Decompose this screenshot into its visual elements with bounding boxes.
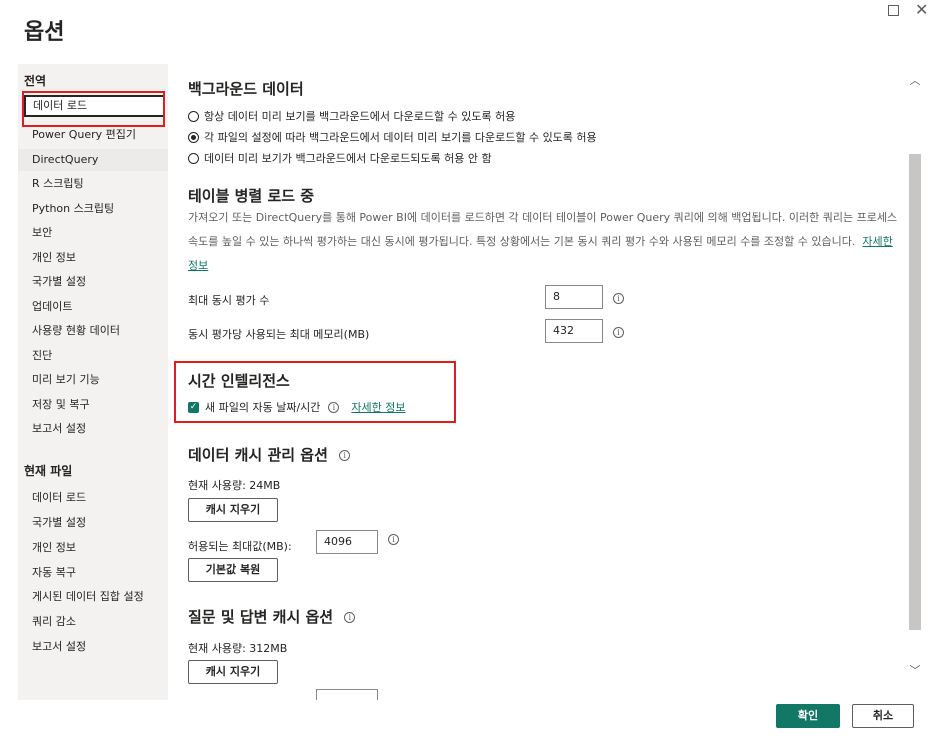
- sidebar-item-file-auto-recovery[interactable]: 자동 복구: [18, 562, 168, 584]
- data-cache-usage: 현재 사용량: 24MB: [188, 479, 281, 492]
- radio-label: 항상 데이터 미리 보기를 백그라운드에서 다운로드할 수 있도록 허용: [204, 110, 516, 123]
- clear-qa-cache-button[interactable]: 캐시 지우기: [188, 660, 278, 684]
- dialog-title: 옵션: [24, 20, 65, 45]
- section-title-parallel-load: 테이블 병렬 로드 중: [188, 187, 315, 205]
- auto-datetime-checkbox-row[interactable]: ✓ 새 파일의 자동 날짜/시간 i 자세한 정보: [188, 399, 406, 415]
- cancel-button[interactable]: 취소: [852, 704, 914, 728]
- radio-option-never[interactable]: 데이터 미리 보기가 백그라운드에서 다운로드되도록 허용 안 함: [188, 150, 492, 166]
- sidebar-item-preview-features[interactable]: 미리 보기 기능: [18, 369, 168, 391]
- sidebar-item-python-scripting[interactable]: Python 스크립팅: [18, 198, 168, 220]
- sidebar-item-security[interactable]: 보안: [18, 222, 168, 244]
- data-cache-title-text: 데이터 캐시 관리 옵션: [188, 446, 328, 464]
- radio-option-always[interactable]: 항상 데이터 미리 보기를 백그라운드에서 다운로드할 수 있도록 허용: [188, 108, 515, 124]
- clear-cache-button[interactable]: 캐시 지우기: [188, 498, 278, 522]
- section-title-data-cache: 데이터 캐시 관리 옵션 i: [188, 444, 351, 465]
- maximize-icon[interactable]: [888, 5, 899, 16]
- info-icon[interactable]: i: [613, 293, 624, 304]
- sidebar-item-diagnostics[interactable]: 진단: [18, 345, 168, 367]
- content-scrollbar[interactable]: ︿ ﹀: [908, 64, 922, 690]
- info-icon[interactable]: i: [388, 534, 399, 545]
- description-text: 가져오기 또는 DirectQuery를 통해 Power BI에 데이터를 로…: [188, 211, 898, 248]
- auto-datetime-label: 새 파일의 자동 날짜/시간: [205, 401, 321, 414]
- sidebar-item-file-report-settings[interactable]: 보고서 설정: [18, 636, 168, 658]
- restore-default-button[interactable]: 기본값 복원: [188, 558, 278, 582]
- radio-icon: [188, 152, 199, 164]
- sidebar-item-save-recover[interactable]: 저장 및 복구: [18, 394, 168, 416]
- sidebar-header-global: 전역: [24, 74, 47, 88]
- section-title-time-intelligence: 시간 인텔리전스: [188, 372, 290, 390]
- sidebar-item-updates[interactable]: 업데이트: [18, 296, 168, 318]
- sidebar-item-usage-data[interactable]: 사용량 현황 데이터: [18, 320, 168, 342]
- section-title-background-data: 백그라운드 데이터: [188, 80, 304, 98]
- radio-label: 각 파일의 설정에 따라 백그라운드에서 데이터 미리 보기를 다운로드할 수 …: [204, 131, 597, 144]
- parallel-load-description: 가져오기 또는 DirectQuery를 통해 Power BI에 데이터를 로…: [188, 206, 898, 278]
- checkbox-checked-icon[interactable]: ✓: [188, 401, 199, 413]
- info-icon[interactable]: i: [613, 327, 624, 338]
- scroll-up-icon[interactable]: ︿: [908, 74, 922, 88]
- sidebar-item-report-settings[interactable]: 보고서 설정: [18, 418, 168, 440]
- max-cache-input[interactable]: 4096: [316, 530, 378, 554]
- radio-selected-icon: [188, 131, 199, 143]
- sidebar-header-current-file: 현재 파일: [24, 464, 73, 478]
- sidebar-item-file-published-dataset[interactable]: 게시된 데이터 집합 설정: [18, 586, 168, 608]
- sidebar-item-file-privacy[interactable]: 개인 정보: [18, 537, 168, 559]
- sidebar-item-file-query-reduction[interactable]: 쿼리 감소: [18, 611, 168, 633]
- options-content-panel: 백그라운드 데이터 항상 데이터 미리 보기를 백그라운드에서 다운로드할 수 …: [168, 64, 908, 700]
- scroll-thumb[interactable]: [909, 154, 921, 630]
- partial-input[interactable]: [316, 689, 378, 700]
- max-memory-input[interactable]: 432: [545, 319, 603, 343]
- sidebar-item-power-query-editor[interactable]: Power Query 편집기: [18, 124, 168, 146]
- section-title-qa-cache: 질문 및 답변 캐시 옵션 i: [188, 606, 356, 627]
- radio-icon: [188, 110, 199, 122]
- sidebar-item-file-data-load[interactable]: 데이터 로드: [18, 487, 168, 509]
- info-icon[interactable]: i: [328, 401, 340, 413]
- learn-more-link[interactable]: 자세한 정보: [351, 399, 405, 415]
- info-icon[interactable]: i: [339, 450, 351, 461]
- sidebar-item-file-regional-settings[interactable]: 국가별 설정: [18, 512, 168, 534]
- info-icon[interactable]: i: [344, 612, 356, 623]
- qa-cache-title-text: 질문 및 답변 캐시 옵션: [188, 608, 334, 626]
- sidebar-item-r-scripting[interactable]: R 스크립팅: [18, 173, 168, 195]
- sidebar-item-regional-settings[interactable]: 국가별 설정: [18, 271, 168, 293]
- radio-option-per-file[interactable]: 각 파일의 설정에 따라 백그라운드에서 데이터 미리 보기를 다운로드할 수 …: [188, 129, 597, 145]
- radio-label: 데이터 미리 보기가 백그라운드에서 다운로드되도록 허용 안 함: [204, 152, 492, 165]
- sidebar-item-privacy[interactable]: 개인 정보: [18, 247, 168, 269]
- ok-button[interactable]: 확인: [776, 704, 840, 728]
- options-sidebar: 전역 데이터 로드 Power Query 편집기 DirectQuery R …: [18, 64, 168, 700]
- qa-cache-usage: 현재 사용량: 312MB: [188, 642, 288, 655]
- scroll-down-icon[interactable]: ﹀: [908, 664, 922, 678]
- max-cache-label: 허용되는 최대값(MB):: [188, 540, 292, 553]
- max-eval-input[interactable]: 8: [545, 285, 603, 309]
- max-memory-label: 동시 평가당 사용되는 최대 메모리(MB): [188, 328, 370, 341]
- close-icon[interactable]: ✕: [915, 0, 928, 19]
- max-eval-label: 최대 동시 평가 수: [188, 294, 270, 307]
- sidebar-item-data-load[interactable]: 데이터 로드: [24, 95, 165, 117]
- sidebar-item-directquery[interactable]: DirectQuery: [18, 149, 168, 171]
